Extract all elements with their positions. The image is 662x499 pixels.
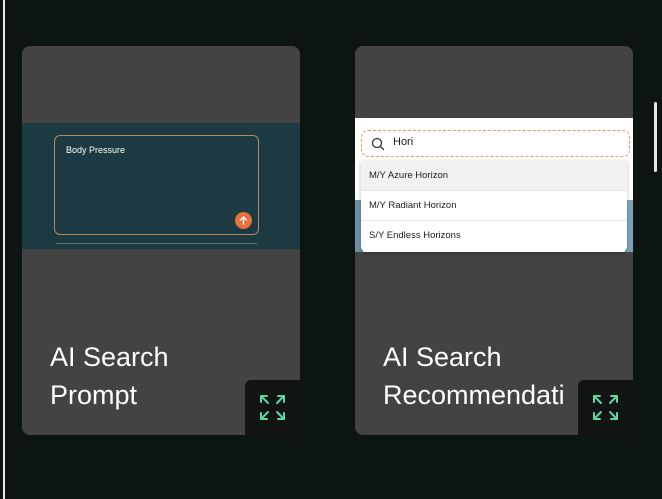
card-title-line: AI Search: [50, 342, 169, 372]
card-title-line: Recommendati: [383, 380, 565, 410]
card-title-line: Prompt: [50, 380, 138, 410]
arrow-up-icon: [239, 216, 248, 225]
search-input[interactable]: Hori: [361, 130, 630, 157]
suggestion-item[interactable]: M/Y Radiant Horizon: [361, 191, 627, 221]
expand-button[interactable]: [578, 380, 633, 435]
suggestion-item[interactable]: M/Y Azure Horizon: [361, 161, 627, 191]
expand-button[interactable]: [245, 380, 300, 435]
left-divider: [3, 0, 5, 499]
search-icon: [371, 137, 385, 151]
expand-icon: [593, 395, 618, 420]
card-preview: Body Pressure: [22, 123, 300, 249]
expand-icon: [260, 395, 285, 420]
card-ai-search-prompt[interactable]: Body Pressure AI Search Prompt: [22, 46, 300, 435]
card-preview: Hori M/Y Azure Horizon M/Y Radiant Horiz…: [355, 118, 633, 252]
prompt-box-edge: [56, 243, 257, 250]
prompt-text: Body Pressure: [66, 145, 126, 155]
card-title: AI Search Recommendati: [383, 338, 565, 414]
card-title-line: AI Search: [383, 342, 502, 372]
card-ai-search-recommendation[interactable]: Hori M/Y Azure Horizon M/Y Radiant Horiz…: [355, 46, 633, 435]
suggestion-item[interactable]: S/Y Endless Horizons: [361, 221, 627, 251]
card-title: AI Search Prompt: [50, 338, 169, 414]
search-value[interactable]: Hori: [393, 136, 413, 148]
submit-button[interactable]: [235, 212, 252, 229]
prompt-textarea[interactable]: Body Pressure: [54, 135, 259, 235]
suggestion-dropdown: M/Y Azure Horizon M/Y Radiant Horizon S/…: [361, 161, 627, 252]
scrollbar-thumb[interactable]: [654, 102, 657, 172]
